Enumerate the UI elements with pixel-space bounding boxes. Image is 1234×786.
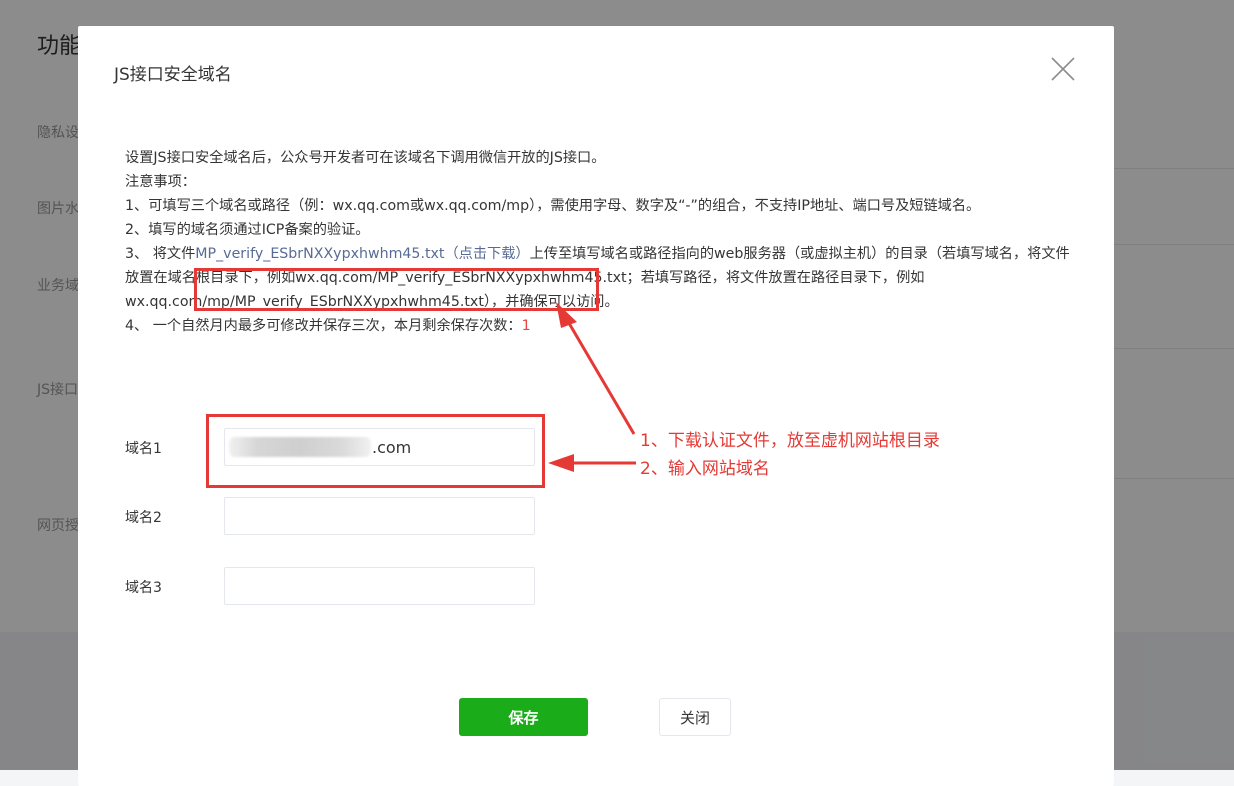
note-3-prefix: 3、 将文件 bbox=[125, 246, 196, 262]
domain-input-2[interactable] bbox=[224, 497, 535, 535]
save-button[interactable]: 保存 bbox=[459, 698, 588, 736]
domain-label-2: 域名2 bbox=[125, 510, 162, 526]
close-icon[interactable] bbox=[1050, 56, 1076, 82]
close-button[interactable]: 关闭 bbox=[659, 698, 731, 736]
js-domain-dialog: JS接口安全域名 设置JS接口安全域名后，公众号开发者可在该域名下调用微信开放的… bbox=[78, 26, 1114, 786]
annotation-step-2: 2、输入网站域名 bbox=[640, 459, 770, 479]
domain-input-3[interactable] bbox=[224, 567, 535, 605]
annotation-box-domain-input bbox=[206, 414, 545, 488]
note-1: 1、可填写三个域名或路径（例：wx.qq.com或wx.qq.com/mp），需… bbox=[125, 198, 981, 214]
annotation-box-download-link bbox=[194, 268, 599, 311]
domain-field-row-2: 域名2 bbox=[125, 497, 585, 537]
annotation-step-1: 1、下载认证文件，放至虚机网站根目录 bbox=[640, 431, 940, 451]
dialog-title: JS接口安全域名 bbox=[114, 65, 232, 85]
domain-label-3: 域名3 bbox=[125, 580, 162, 596]
domain-field-row-3: 域名3 bbox=[125, 567, 585, 607]
domain-label-1: 域名1 bbox=[125, 441, 162, 457]
note-4: 4、 一个自然月内最多可修改并保存三次，本月剩余保存次数：1 bbox=[125, 314, 1075, 338]
remaining-save-count: 1 bbox=[521, 318, 531, 334]
download-verify-file-link[interactable]: MP_verify_ESbrNXXypxhwhm45.txt（点击下载） bbox=[195, 246, 529, 262]
notes-heading: 注意事项： bbox=[125, 174, 196, 190]
intro-text: 设置JS接口安全域名后，公众号开发者可在该域名下调用微信开放的JS接口。 bbox=[125, 150, 606, 166]
note-4-text: 4、 一个自然月内最多可修改并保存三次，本月剩余保存次数： bbox=[125, 318, 522, 334]
note-2: 2、填写的域名须通过ICP备案的验证。 bbox=[125, 222, 370, 238]
